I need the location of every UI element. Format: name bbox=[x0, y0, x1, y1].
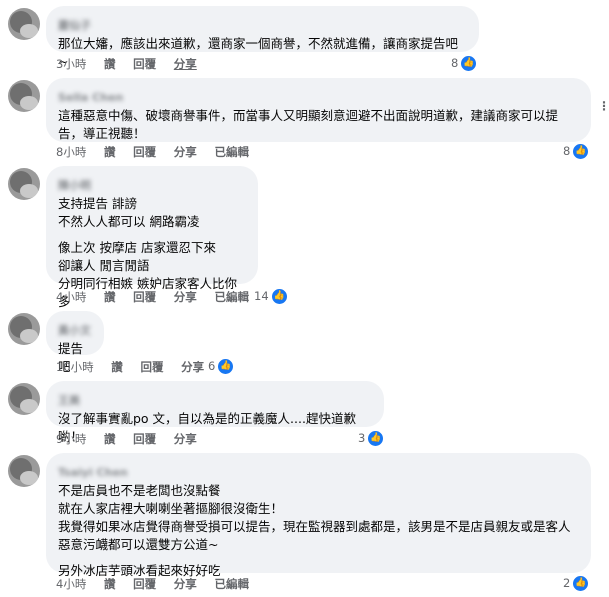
comment-actions: 3小時 讚 回覆 分享 bbox=[56, 56, 211, 72]
like-button[interactable]: 讚 bbox=[104, 432, 116, 446]
like-button[interactable]: 讚 bbox=[104, 57, 116, 71]
comment-text-line: 不然人人都可以 網路霸凌 bbox=[58, 214, 200, 229]
more-options-icon[interactable]: ⋮ bbox=[598, 100, 609, 112]
comment-text-line: 惡意污衊都可以還雙方公道~ bbox=[58, 537, 219, 552]
reply-button[interactable]: 回覆 bbox=[140, 360, 163, 374]
avatar[interactable] bbox=[8, 455, 40, 487]
avatar[interactable] bbox=[8, 383, 40, 415]
comment-bubble: Tsaiyi Chen 不是店員也不是老闆也沒點餐 就在人家店裡大喇喇坐著摳腳很… bbox=[46, 453, 591, 578]
comment-time[interactable]: 4小時 bbox=[56, 290, 86, 304]
comment-author[interactable]: 陳小明 bbox=[58, 179, 91, 192]
thumbs-up-icon: 👍 bbox=[572, 143, 590, 160]
avatar[interactable] bbox=[8, 313, 40, 345]
reaction-count[interactable]: 6 👍 bbox=[208, 358, 235, 375]
comment-author[interactable]: 蕭仙子 bbox=[58, 19, 91, 32]
comment-bubble: 黃小文 提告吧 bbox=[46, 311, 104, 374]
share-button[interactable]: 分享 bbox=[174, 290, 197, 304]
comment-time[interactable]: 3小時 bbox=[56, 57, 86, 71]
reaction-count[interactable]: 2 👍 bbox=[563, 575, 590, 592]
comment-actions: 8小時 讚 回覆 分享 已編輯 bbox=[56, 144, 263, 160]
like-count: 8 bbox=[451, 56, 459, 70]
comment-actions: 10小時 讚 回覆 分享 bbox=[56, 359, 218, 375]
avatar[interactable] bbox=[8, 168, 40, 200]
share-button[interactable]: 分享 bbox=[181, 360, 204, 374]
comment-bubble: 陳小明 支持提告 誹謗 不然人人都可以 網路霸凌 像上次 按摩店 店家還忍下來 … bbox=[46, 166, 258, 309]
reaction-count[interactable]: 8 👍 bbox=[563, 143, 590, 160]
reaction-count[interactable]: 8 👍 bbox=[451, 55, 478, 72]
like-button[interactable]: 讚 bbox=[104, 577, 116, 591]
like-count: 6 bbox=[208, 359, 216, 373]
edited-label: 已編輯 bbox=[214, 145, 249, 159]
avatar[interactable] bbox=[8, 8, 40, 40]
comment-time[interactable]: 4小時 bbox=[56, 577, 86, 591]
comment-time[interactable]: 8小時 bbox=[56, 145, 86, 159]
comment-text-line: 就在人家店裡大喇喇坐著摳腳很沒衛生！ bbox=[58, 501, 284, 516]
share-button[interactable]: 分享 bbox=[174, 577, 197, 591]
reply-button[interactable]: 回覆 bbox=[133, 432, 156, 446]
thumbs-up-icon: 👍 bbox=[270, 288, 288, 305]
comment-author[interactable]: Tsaiyi Chen bbox=[58, 466, 128, 479]
like-count: 2 bbox=[563, 576, 571, 590]
comment-text-line: 不是店員也不是老闆也沒點餐 bbox=[58, 483, 221, 498]
comment-actions: 4小時 讚 回覆 分享 已編輯 bbox=[56, 576, 263, 592]
reply-button[interactable]: 回覆 bbox=[133, 577, 156, 591]
thumbs-up-icon: 👍 bbox=[460, 55, 478, 72]
comment-actions: 4小時 讚 回覆 分享 已編輯 bbox=[56, 289, 263, 305]
edited-label: 已編輯 bbox=[214, 290, 249, 304]
reaction-count[interactable]: 3 👍 bbox=[358, 430, 385, 447]
comment-author[interactable]: 黃小文 bbox=[58, 324, 91, 337]
like-count: 8 bbox=[563, 144, 571, 158]
like-count: 14 bbox=[254, 289, 269, 303]
reply-button[interactable]: 回覆 bbox=[133, 145, 156, 159]
comment-bubble: 王美 沒了解事實亂po 文，自以為是的正義魔人....趕快道歉喲！ bbox=[46, 381, 384, 444]
comment-bubble: 蕭仙子 那位大嬸，應該出來道歉，還商家一個商譽，不然就進備，讓商家提告吧~ bbox=[46, 6, 479, 69]
reaction-count[interactable]: 14 👍 bbox=[254, 288, 288, 305]
comment-text-line: 卻讓人 閒言閒語 bbox=[58, 258, 150, 273]
share-button[interactable]: 分享 bbox=[174, 432, 197, 446]
comment-bubble: Sella Chen 這種惡意中傷、破壞商譽事件，而當事人又明顯刻意迴避不出面說… bbox=[46, 78, 591, 142]
reply-button[interactable]: 回覆 bbox=[133, 290, 156, 304]
like-button[interactable]: 讚 bbox=[104, 145, 116, 159]
thumbs-up-icon: 👍 bbox=[217, 358, 235, 375]
thumbs-up-icon: 👍 bbox=[367, 430, 385, 447]
comment-text: 這種惡意中傷、破壞商譽事件，而當事人又明顯刻意迴避不出面說明道歉，建議商家可以提… bbox=[58, 108, 559, 141]
share-button[interactable]: 分享 bbox=[174, 145, 197, 159]
comment-actions: 9小時 讚 回覆 分享 bbox=[56, 431, 211, 447]
comment-text-line: 支持提告 誹謗 bbox=[58, 196, 137, 211]
like-button[interactable]: 讚 bbox=[104, 290, 116, 304]
like-count: 3 bbox=[358, 431, 366, 445]
comment-time[interactable]: 9小時 bbox=[56, 432, 86, 446]
share-button[interactable]: 分享 bbox=[174, 57, 197, 71]
reply-button[interactable]: 回覆 bbox=[133, 57, 156, 71]
comment-text-line: 我覺得如果冰店覺得商譽受損可以提告，現在監視器到處都是，該男是不是店員親友或是客… bbox=[58, 519, 571, 534]
comment-author[interactable]: Sella Chen bbox=[58, 91, 123, 104]
avatar[interactable] bbox=[8, 80, 40, 112]
like-button[interactable]: 讚 bbox=[111, 360, 123, 374]
thumbs-up-icon: 👍 bbox=[572, 575, 590, 592]
comment-text-line: 像上次 按摩店 店家還忍下來 bbox=[58, 240, 216, 255]
comment-author[interactable]: 王美 bbox=[58, 394, 80, 407]
comment-time[interactable]: 10小時 bbox=[56, 360, 94, 374]
edited-label: 已編輯 bbox=[214, 577, 249, 591]
